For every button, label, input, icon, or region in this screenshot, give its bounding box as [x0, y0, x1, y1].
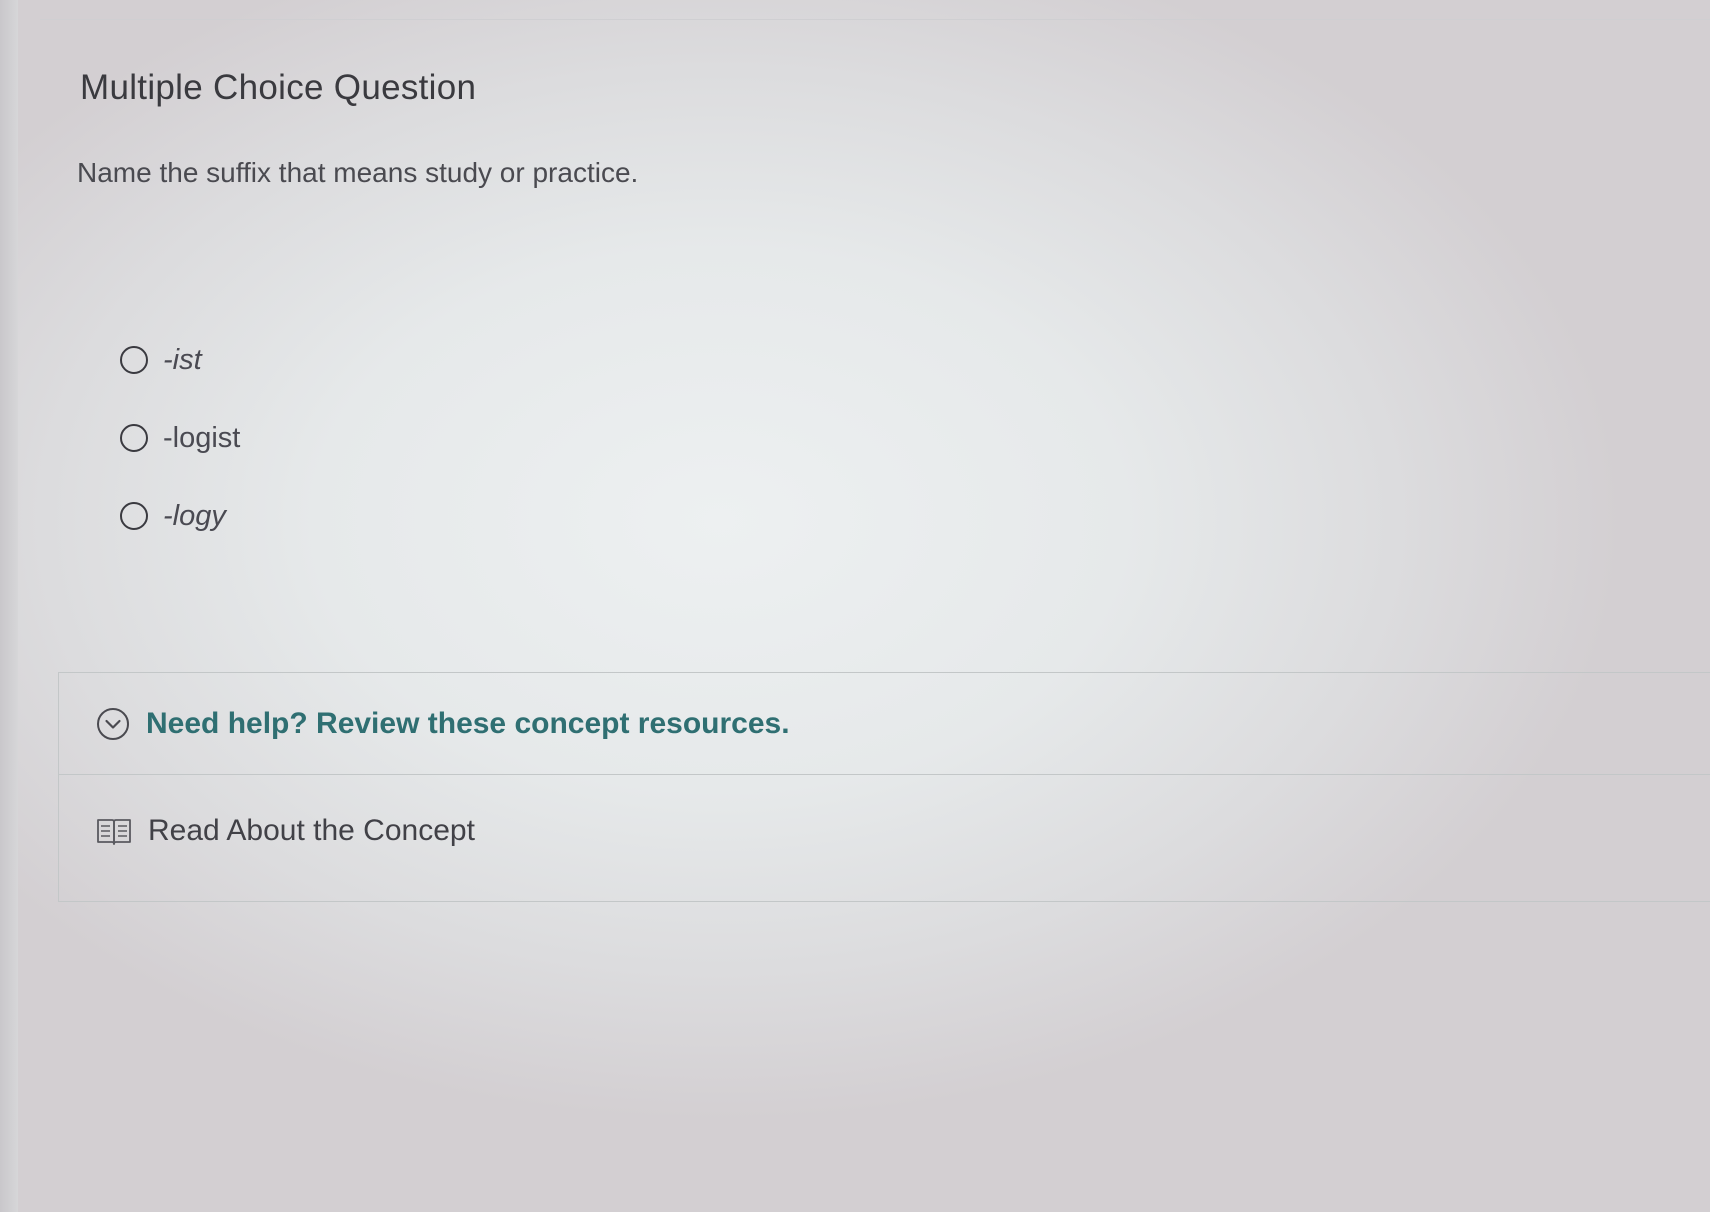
question-prompt: Name the suffix that means study or prac… [77, 157, 639, 188]
read-about-concept-label[interactable]: Read About the Concept [148, 814, 475, 848]
chevron-down-circle-icon[interactable] [96, 707, 130, 741]
answer-options: -ist -logist -logy [120, 338, 240, 572]
answer-option-logy[interactable]: -logy [120, 494, 240, 538]
answer-option-label: -ist [163, 343, 202, 376]
window-edge [0, 0, 18, 1212]
concept-resources-toggle[interactable]: Need help? Review these concept resource… [59, 673, 1710, 775]
question-type-title: Multiple Choice Question [80, 68, 477, 107]
answer-option-logist[interactable]: -logist [120, 416, 240, 460]
answer-option-ist[interactable]: -ist [120, 338, 240, 382]
answer-option-label: -logist [163, 421, 241, 454]
book-icon [96, 815, 132, 847]
read-about-concept-link[interactable]: Read About the Concept [59, 776, 1710, 886]
radio-button-icon[interactable] [120, 346, 148, 374]
question-panel: Multiple Choice Question Name the suffix… [40, 20, 1710, 1212]
concept-resources-header[interactable]: Need help? Review these concept resource… [146, 707, 790, 741]
radio-button-icon[interactable] [120, 424, 148, 452]
concept-resources-box: Need help? Review these concept resource… [58, 672, 1710, 902]
answer-option-label: -logy [163, 499, 226, 532]
radio-button-icon[interactable] [120, 502, 148, 530]
